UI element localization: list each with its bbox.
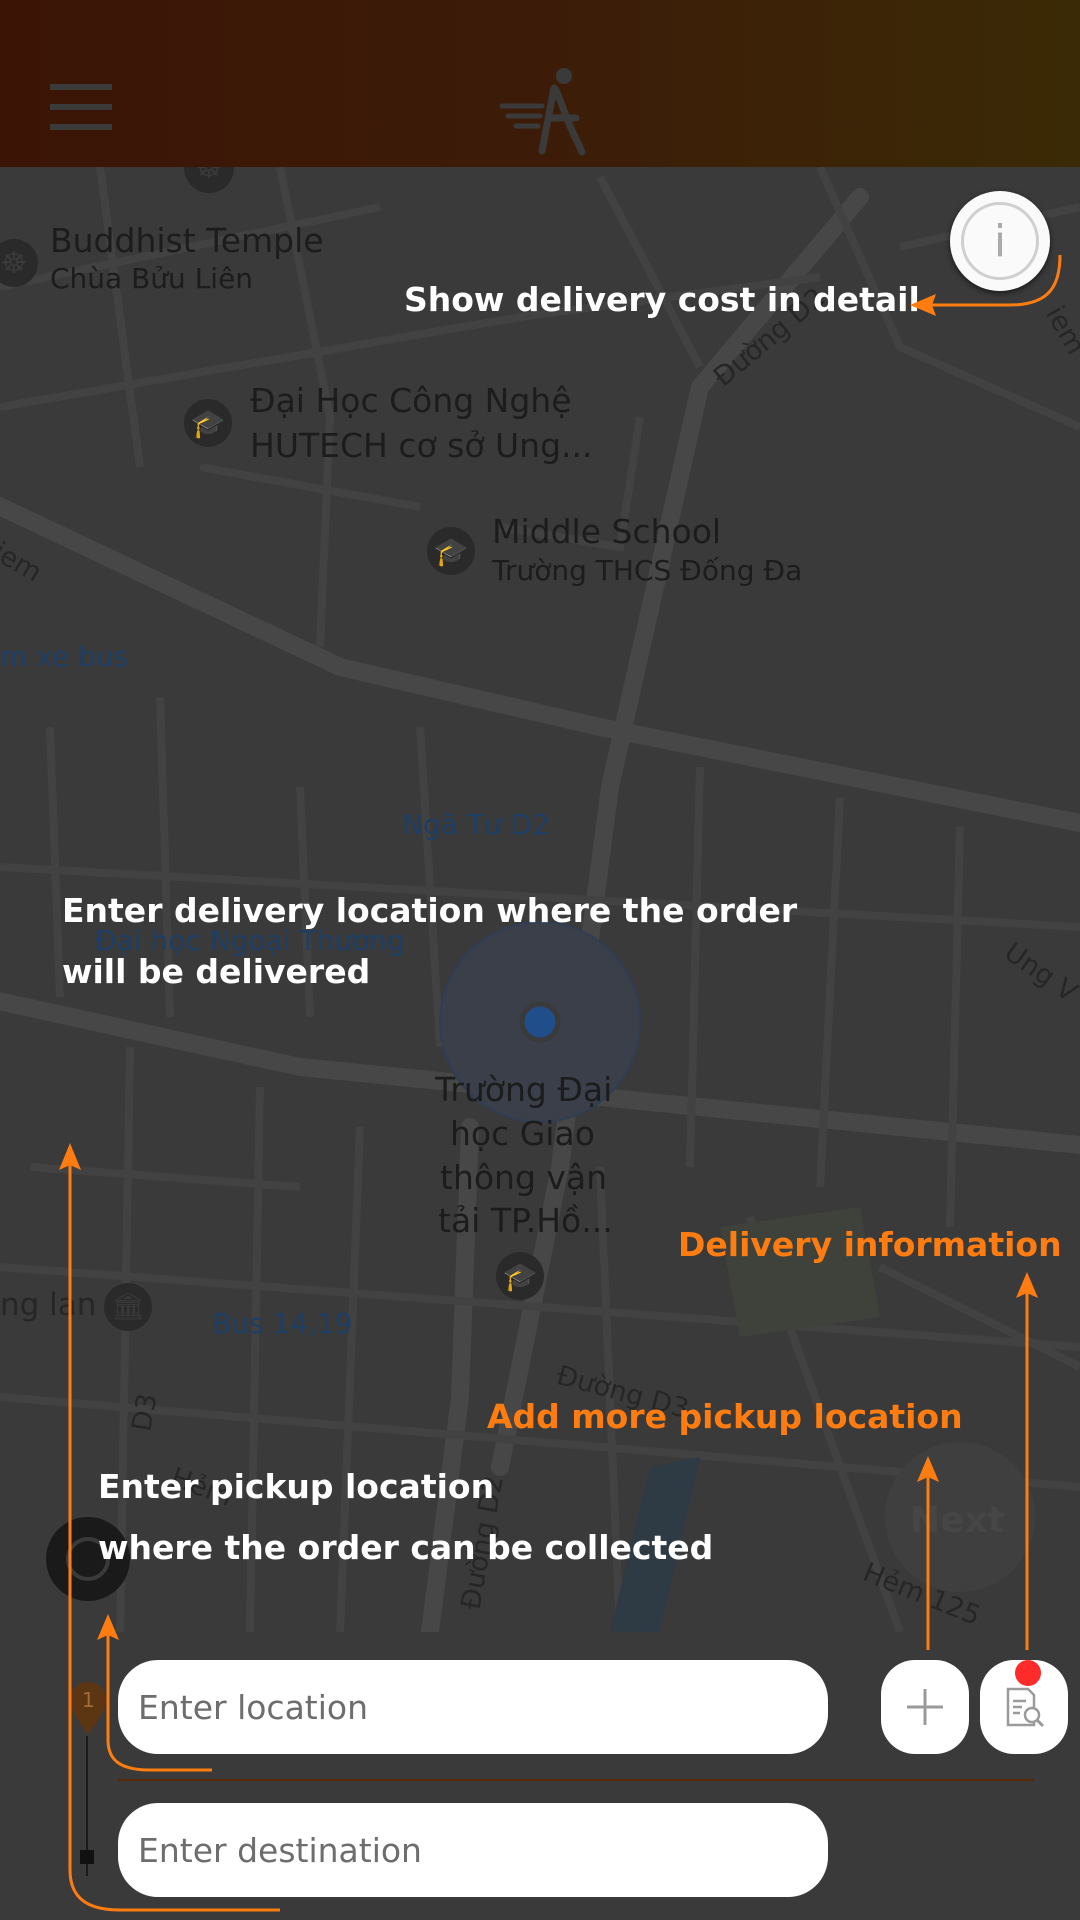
school-icon: 🎓 — [184, 399, 232, 447]
poi-subtitle: Chùa Bửu Liên — [50, 262, 254, 295]
annotation-cost-detail: Show delivery cost in detail — [404, 280, 920, 319]
poi-subtitle: Trường THCS Đống Đa — [492, 554, 803, 587]
poi-title[interactable]: Đại Học Công Nghệ — [250, 384, 572, 417]
document-search-icon — [1006, 1687, 1045, 1728]
info-glyph: i — [993, 215, 1007, 267]
runner-logo-icon — [499, 68, 586, 156]
destination-field[interactable] — [118, 1803, 828, 1897]
annotation-delivery-line2: will be delivered — [62, 952, 371, 991]
transit-stop-label[interactable]: Đại học Ngoại Thương — [95, 927, 405, 955]
poi-subtitle: thông vận — [440, 1158, 608, 1197]
transit-stop-label[interactable]: Bus 14,19 — [212, 1310, 353, 1338]
pickup-location-field[interactable] — [118, 1660, 828, 1754]
transit-stop-label[interactable]: m xe bus — [0, 643, 128, 671]
info-button[interactable]: i — [950, 191, 1050, 291]
street-label: D3 — [126, 1391, 164, 1434]
pickup-location-input[interactable] — [136, 1686, 828, 1728]
annotation-delivery-info: Delivery information — [678, 1225, 1062, 1264]
notification-badge — [1015, 1660, 1041, 1686]
annotation-pickup-line1: Enter pickup location — [98, 1467, 495, 1506]
poi-subtitle: học Giao — [450, 1114, 595, 1153]
school-icon: 🎓 — [427, 527, 475, 575]
top-app-bar — [0, 0, 1080, 167]
street-label: ng lan — [0, 1287, 97, 1323]
map-view[interactable]: ☸ ☸ Buddhist Temple Chùa Bửu Liên 🎓 Đại … — [0, 167, 1080, 1632]
next-button[interactable]: Next — [910, 1500, 1005, 1541]
poi-subtitle: tải TP.Hồ... — [438, 1201, 613, 1240]
destination-marker-icon — [80, 1850, 94, 1864]
info-icon: i — [961, 202, 1039, 280]
poi-title[interactable]: Trường Đại — [435, 1073, 612, 1106]
poi-title[interactable]: Middle School — [492, 515, 721, 548]
annotation-delivery-line1: Enter delivery location where the order — [62, 891, 798, 930]
field-divider — [118, 1779, 1034, 1781]
route-form-panel: 1 — [0, 1632, 1080, 1920]
plus-icon — [907, 1689, 943, 1725]
annotation-add-pickup: Add more pickup location — [487, 1397, 963, 1436]
school-icon: 🎓 — [496, 1252, 544, 1300]
transit-stop-label[interactable]: Ngã Tư D2 — [402, 811, 550, 839]
poi-subtitle: HUTECH cơ sở Ung... — [250, 426, 593, 465]
pickup-marker-number: 1 — [82, 1688, 95, 1712]
museum-icon: 🏛 — [104, 1283, 152, 1331]
poi-title[interactable]: Buddhist Temple — [50, 224, 324, 257]
annotation-pickup-line2: where the order can be collected — [98, 1528, 714, 1567]
hamburger-icon[interactable] — [50, 84, 112, 130]
destination-input[interactable] — [136, 1829, 828, 1871]
add-pickup-button[interactable] — [881, 1660, 969, 1754]
